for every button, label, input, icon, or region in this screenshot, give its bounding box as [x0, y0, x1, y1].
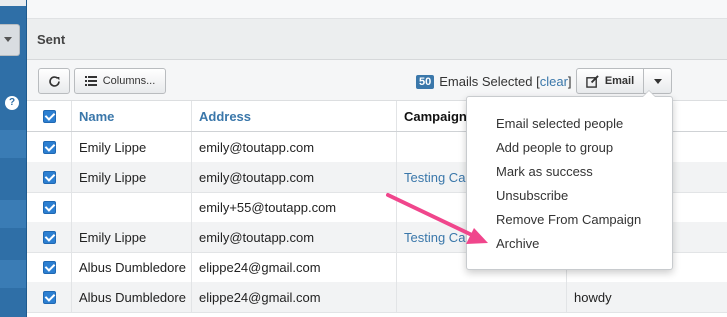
menu-item-email-selected[interactable]: Email selected people [496, 116, 623, 131]
sidebar-item[interactable] [0, 200, 26, 228]
page-title: Sent [37, 32, 66, 47]
select-all-checkbox[interactable] [42, 109, 56, 123]
row-address: emily+55@toutapp.com [192, 192, 397, 222]
row-checkbox[interactable] [42, 230, 56, 244]
row-check-cell [27, 192, 72, 222]
selected-count-badge: 50 [416, 74, 435, 89]
column-header-address[interactable]: Address [192, 101, 397, 131]
sidebar-item[interactable] [0, 130, 26, 158]
columns-button-label: Columns... [102, 75, 156, 87]
row-check-cell [27, 252, 72, 282]
row-address: emily@toutapp.com [192, 162, 397, 192]
row-address: emily@toutapp.com [192, 132, 397, 162]
row-extra: howdy [574, 289, 612, 305]
column-header-name[interactable]: Name [72, 101, 192, 131]
row-name: Emily Lippe [72, 162, 192, 192]
refresh-button[interactable] [38, 68, 70, 94]
email-dropdown-menu: Email selected people Add people to grou… [466, 90, 673, 270]
row-checkbox[interactable] [42, 290, 56, 304]
row-name: Albus Dumbledore [72, 252, 192, 282]
row-check-cell [27, 222, 72, 252]
row-campaign[interactable] [397, 282, 567, 312]
row-check-cell [27, 132, 72, 162]
menu-item-archive[interactable]: Archive [496, 236, 539, 251]
email-button[interactable]: Email [576, 68, 644, 94]
row-name [72, 192, 192, 222]
menu-item-add-to-group[interactable]: Add people to group [496, 140, 613, 155]
row-address: emily@toutapp.com [192, 222, 397, 252]
chevron-down-icon [653, 78, 662, 84]
row-name: Albus Dumbledore [72, 282, 192, 312]
clear-link[interactable]: clear [540, 74, 568, 89]
menu-item-unsubscribe[interactable]: Unsubscribe [496, 188, 568, 203]
clear-bracket-close: ] [567, 74, 572, 89]
row-checkbox[interactable] [42, 200, 56, 214]
columns-button[interactable]: Columns... [74, 68, 166, 94]
page-header: Sent [27, 19, 727, 60]
row-address: elippe24@gmail.com [192, 282, 397, 312]
menu-item-mark-success[interactable]: Mark as success [496, 164, 593, 179]
sidebar-item[interactable] [0, 260, 26, 288]
top-bar [27, 0, 727, 19]
compose-icon [586, 74, 599, 88]
row-checkbox[interactable] [42, 170, 56, 184]
refresh-icon [48, 75, 60, 87]
help-icon[interactable]: ? [5, 96, 19, 110]
sidebar: ? [0, 0, 27, 317]
selected-text: Emails Selected [439, 74, 533, 89]
sidebar-dropdown-button[interactable] [0, 24, 20, 56]
row-name: Emily Lippe [72, 222, 192, 252]
row-check-cell [27, 282, 72, 312]
row-address: elippe24@gmail.com [192, 252, 397, 282]
email-button-label: Email [604, 75, 635, 87]
row-check-cell [27, 162, 72, 192]
select-all-cell [27, 101, 72, 131]
selection-info: 50 Emails Selected [clear] [416, 74, 572, 89]
table-row[interactable]: Albus Dumbledore elippe24@gmail.com howd… [27, 282, 727, 313]
row-checkbox[interactable] [42, 140, 56, 154]
menu-item-remove-from-campaign[interactable]: Remove From Campaign [496, 212, 641, 227]
row-name: Emily Lippe [72, 132, 192, 162]
row-checkbox[interactable] [42, 260, 56, 274]
sidebar-top [0, 0, 26, 6]
list-icon [84, 76, 97, 86]
chevron-down-icon [4, 37, 12, 42]
